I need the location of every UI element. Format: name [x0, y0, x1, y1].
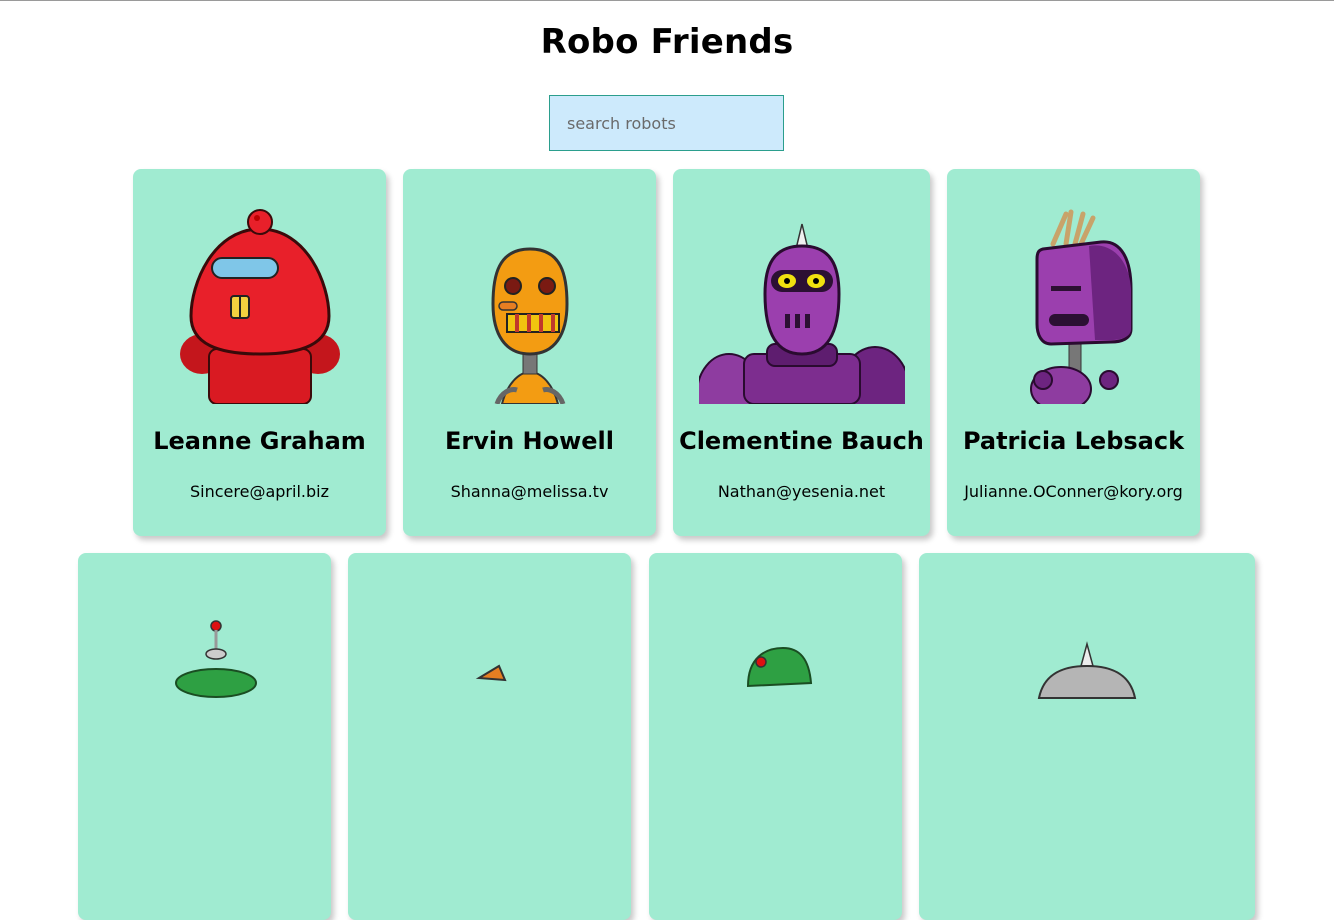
robot-email: Sincere@april.biz [190, 482, 329, 501]
robot-card[interactable]: Leanne Graham Sincere@april.biz [133, 169, 386, 536]
gray-robot-avatar [1037, 641, 1137, 699]
robot-email: Nathan@yesenia.net [717, 482, 886, 501]
robot-name: Ervin Howell [444, 427, 615, 455]
red-robot-avatar [179, 209, 340, 404]
search-input[interactable] [549, 95, 784, 151]
robot-card[interactable] [649, 553, 902, 920]
page-title: Robo Friends [540, 22, 794, 62]
orange-robot-avatar [475, 664, 507, 682]
purple-robot-avatar [698, 223, 905, 404]
orange-robot-avatar [490, 247, 569, 404]
robot-card[interactable] [78, 553, 331, 920]
purple-robot-avatar [1029, 209, 1132, 404]
robot-email: Julianne.OConner@kory.org [964, 482, 1183, 501]
robot-email: Shanna@melissa.tv [450, 482, 609, 501]
robot-card[interactable]: Ervin Howell Shanna@melissa.tv [403, 169, 656, 536]
robot-name: Clementine Bauch [679, 427, 924, 455]
robot-card[interactable] [919, 553, 1255, 920]
robot-card[interactable]: Patricia Lebsack Julianne.OConner@kory.o… [947, 169, 1200, 536]
green-robot-avatar [174, 620, 257, 698]
robot-name: Patricia Lebsack [962, 427, 1185, 455]
green-robot-avatar [746, 646, 812, 688]
robot-name: Leanne Graham [153, 427, 366, 455]
top-border [0, 0, 1334, 1]
robot-card[interactable] [348, 553, 631, 920]
robot-card[interactable]: Clementine Bauch Nathan@yesenia.net [673, 169, 930, 536]
